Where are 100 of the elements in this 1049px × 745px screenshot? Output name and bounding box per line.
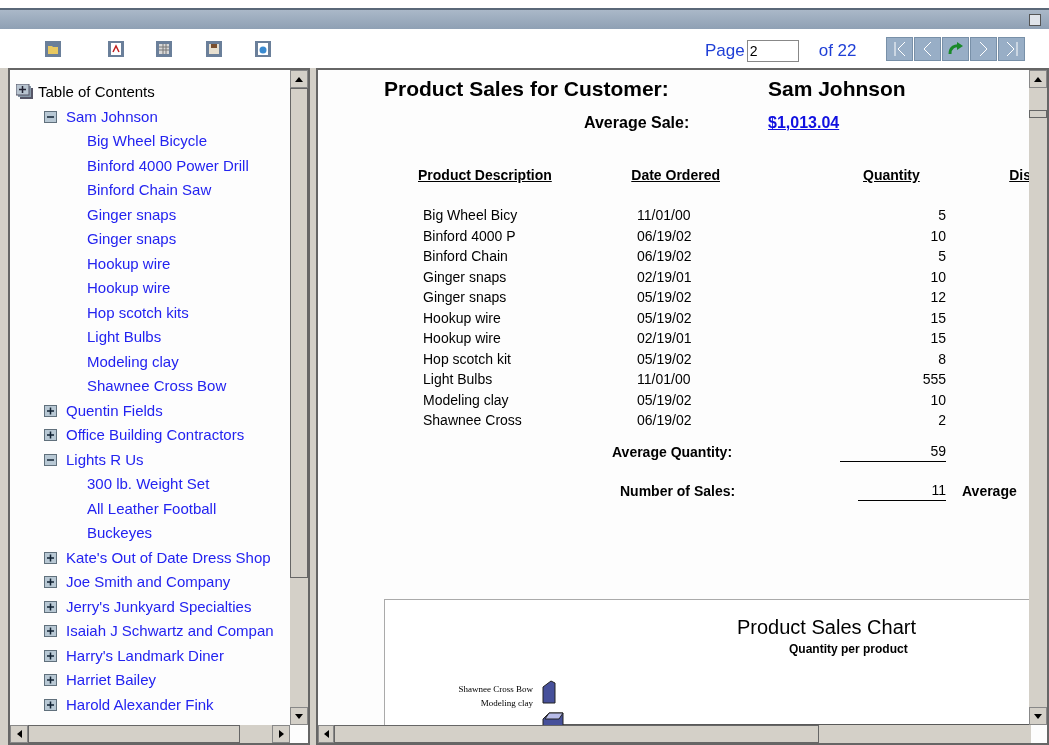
toc-link[interactable]: Jerry's Junkyard Specialties: [66, 595, 252, 618]
next-page-icon: [979, 41, 988, 57]
last-page-button[interactable]: [998, 37, 1025, 61]
report-title: Product Sales for Customer:: [384, 76, 670, 102]
toc-link[interactable]: All Leather Football: [87, 497, 217, 520]
toc-link[interactable]: Ginger snaps: [87, 228, 177, 251]
toc-link[interactable]: Harry's Landmark Diner: [66, 644, 224, 667]
spreadsheet-icon[interactable]: [155, 40, 173, 58]
table-cell-text: Hop scotch kit: [423, 349, 512, 369]
toc-link[interactable]: Big Wheel Bicycle: [87, 130, 208, 153]
table-cell-text: 8: [937, 349, 946, 369]
expand-icon[interactable]: [44, 649, 57, 662]
scroll-thumb[interactable]: [28, 725, 240, 743]
table-cell-text: 10: [929, 390, 946, 410]
table-cell-text: 06/19/02: [637, 247, 693, 266]
expand-icon[interactable]: [44, 551, 57, 564]
toc-link[interactable]: Light Bulbs: [87, 326, 162, 349]
next-page-button[interactable]: [970, 37, 997, 61]
toc-link[interactable]: Hop scotch kits: [87, 301, 189, 324]
table-cell-text: 06/19/02: [637, 226, 693, 246]
table-cell-text: Hookup wire: [423, 329, 502, 348]
average-sale-link[interactable]: $1,013.04: [768, 112, 840, 134]
toc-link[interactable]: Ginger snaps: [87, 203, 177, 226]
table-cell-text: 2: [937, 411, 946, 430]
first-page-button[interactable]: [886, 37, 913, 61]
toc-link[interactable]: 300 lb. Weight Set: [87, 473, 210, 496]
toc-link[interactable]: Hookup wire: [87, 277, 171, 300]
expand-icon[interactable]: [44, 576, 57, 589]
up-arrow-icon: [1034, 76, 1042, 82]
toc-link[interactable]: Joe Smith and Company: [66, 571, 231, 594]
toc-link[interactable]: Isaiah J Schwartz and Compan: [66, 620, 274, 643]
toc-link[interactable]: Kate's Out of Date Dress Shop: [66, 546, 271, 569]
horizontal-scrollbar[interactable]: [318, 725, 1031, 743]
number-of-sales-label: Number of Sales:: [620, 481, 737, 501]
scroll-right-button[interactable]: [272, 725, 290, 743]
table-cell-text: Ginger snaps: [423, 267, 508, 287]
restore-button[interactable]: [1029, 13, 1041, 26]
table-cell-text: Binford 4000 P: [423, 226, 517, 246]
average-label: Average: [962, 481, 1017, 501]
horizontal-scrollbar[interactable]: [10, 725, 290, 743]
table-cell-text: Binford Chain: [423, 247, 509, 266]
expand-icon[interactable]: [44, 698, 57, 711]
toc-link[interactable]: Harriet Bailey: [66, 669, 157, 692]
table-cell-text: Big Wheel Bicy: [423, 206, 519, 225]
folder-icon[interactable]: [44, 40, 62, 58]
average-sale-label: Average Sale:: [584, 113, 691, 133]
scroll-thumb[interactable]: [1029, 110, 1047, 118]
scroll-left-button[interactable]: [318, 725, 334, 743]
table-cell-text: Light Bulbs: [423, 370, 494, 389]
expand-icon[interactable]: [44, 600, 57, 613]
scroll-up-button[interactable]: [290, 70, 308, 88]
scroll-thumb[interactable]: [290, 88, 308, 578]
table-cell-text: 15: [929, 329, 946, 348]
average-quantity-value: 59: [840, 440, 946, 462]
table-cell-text: 5: [937, 206, 946, 225]
table-cell-text: Modeling clay: [423, 390, 510, 410]
collapse-icon[interactable]: [44, 110, 57, 123]
toc-link[interactable]: Lights R Us: [66, 448, 144, 471]
collapse-icon[interactable]: [44, 453, 57, 466]
table-cell-text: 05/19/02: [637, 349, 693, 369]
customer-name: Sam Johnson: [768, 76, 906, 102]
right-arrow-icon: [278, 730, 284, 738]
scroll-left-button[interactable]: [10, 725, 28, 743]
toc-link[interactable]: Sam Johnson: [66, 105, 158, 128]
expand-icon[interactable]: [44, 625, 57, 638]
vertical-scrollbar[interactable]: [290, 70, 308, 725]
number-of-sales-value: 11: [858, 479, 946, 501]
up-arrow-icon: [295, 76, 303, 82]
toc-link[interactable]: Quentin Fields: [66, 399, 163, 422]
table-cell-text: 05/19/02: [637, 308, 693, 328]
scroll-down-button[interactable]: [290, 707, 308, 725]
scroll-down-button[interactable]: [1029, 707, 1047, 725]
toc-link[interactable]: Binford 4000 Power Drill: [87, 154, 249, 177]
down-arrow-icon: [1034, 713, 1042, 719]
expand-icon[interactable]: [44, 429, 57, 442]
toc-title[interactable]: Table of Contents: [38, 81, 155, 104]
table-cell-text: Ginger snaps: [423, 288, 508, 307]
toc-link[interactable]: Modeling clay: [87, 350, 179, 373]
scroll-thumb[interactable]: [334, 725, 819, 743]
expand-icon[interactable]: [44, 674, 57, 687]
average-quantity-label: Average Quantity:: [612, 442, 734, 462]
table-cell-text: 10: [929, 226, 946, 246]
expand-icon[interactable]: [44, 404, 57, 417]
toc-link[interactable]: Buckeyes: [87, 522, 153, 545]
previous-page-button[interactable]: [914, 37, 941, 61]
column-header: Product Description: [418, 166, 553, 184]
toc-link[interactable]: Office Building Contractors: [66, 424, 245, 447]
page-number-field[interactable]: 2: [746, 39, 799, 62]
table-cell-text: 5: [937, 247, 946, 266]
toc-link[interactable]: Harold Alexander Fink: [66, 693, 214, 716]
book-icon[interactable]: [16, 84, 34, 101]
axis-label: Modeling clay: [480, 698, 533, 708]
table-cell-text: Shawnee Cross: [423, 411, 523, 430]
scroll-up-button[interactable]: [1029, 70, 1047, 88]
table-cell-text: Hookup wire: [423, 308, 502, 328]
vertical-scrollbar[interactable]: [1029, 70, 1047, 725]
toc-link[interactable]: Shawnee Cross Bow: [87, 375, 227, 398]
toc-link[interactable]: Binford Chain Saw: [87, 179, 212, 202]
axis-label: Shawnee Cross Bow: [458, 684, 533, 694]
toc-link[interactable]: Hookup wire: [87, 252, 171, 275]
